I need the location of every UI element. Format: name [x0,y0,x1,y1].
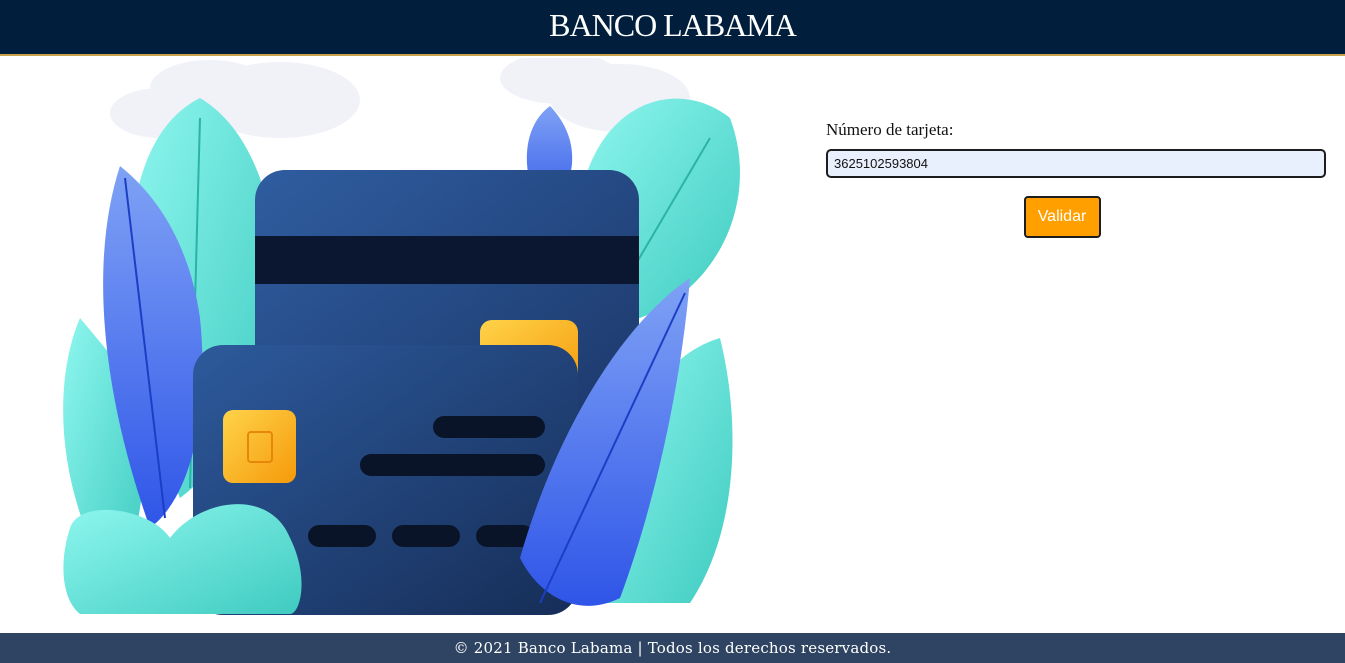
copyright-text: © 2021 Banco Labama | Todos los derechos… [453,639,892,657]
credit-card-illustration [63,58,740,615]
site-header: BANCO LABAMA [0,0,1345,56]
card-number-label: Número de tarjeta: [826,120,954,139]
button-row: Validar [826,196,1326,238]
validate-button[interactable]: Validar [1023,196,1101,238]
card-validation-form: Número de tarjeta: Validar [826,120,1326,238]
site-footer: © 2021 Banco Labama | Todos los derechos… [0,633,1345,663]
bank-title: BANCO LABAMA [549,6,797,43]
card-chip [223,410,296,483]
teal-bush [63,504,302,614]
card-number-input[interactable] [826,149,1326,178]
